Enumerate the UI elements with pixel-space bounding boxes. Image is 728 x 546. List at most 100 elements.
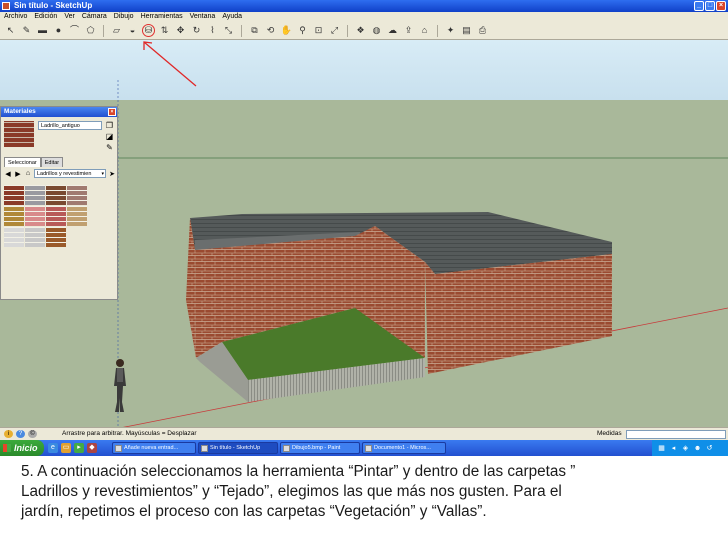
material-swatch[interactable] xyxy=(4,227,24,247)
folder-quicklaunch-icon[interactable]: ▭ xyxy=(61,443,71,453)
material-name-field[interactable]: Ladrillo_antiguo xyxy=(38,121,102,130)
menu-herramientas[interactable]: Herramientas xyxy=(141,12,183,22)
home-icon[interactable]: ⌂ xyxy=(24,170,32,177)
chevron-down-icon: ▾ xyxy=(101,171,104,177)
app-quicklaunch-icon[interactable]: ◆ xyxy=(87,443,97,453)
measures-label: Medidas xyxy=(597,430,622,437)
material-swatch[interactable] xyxy=(67,206,87,226)
security-icon[interactable]: ◈ xyxy=(681,444,690,453)
tab-seleccionar[interactable]: Seleccionar xyxy=(4,157,41,167)
toolbar: ↖ ✎ ▬ ● ⌒ ⬠ ▱ ◒ ⛁ ⇅ ✥ ↻ ⌇ ⤡ ⧉ ⟲ ✋ ⚲ ⊡ ⤢ ❖ ◍ ☁ ⇪ ⌂ ✦ ▤ ⎙ xyxy=(0,22,728,40)
material-swatch[interactable] xyxy=(25,185,45,205)
circle-icon[interactable]: ● xyxy=(52,24,65,37)
material-swatch[interactable] xyxy=(4,206,24,226)
word-icon xyxy=(365,445,372,452)
share-model-icon[interactable]: ⇪ xyxy=(402,24,415,37)
drawing-viewport[interactable]: Materiales × Ladrillo_antiguo ❐ ◪ ✎ Sele… xyxy=(0,40,728,427)
extension-icon[interactable]: ✦ xyxy=(444,24,457,37)
materials-panel-title: Materiales × xyxy=(1,107,117,117)
taskbar: Inicio e ▭ ▸ ◆ Añade nueva entrad... Sin… xyxy=(0,440,728,456)
select-arrow-icon[interactable]: ↖ xyxy=(4,24,17,37)
menu-archivo[interactable]: Archivo xyxy=(4,12,27,22)
messenger-icon[interactable]: ☻ xyxy=(693,444,702,453)
menu-ventana[interactable]: Ventana xyxy=(190,12,216,22)
toolbar-separator xyxy=(347,24,348,37)
network-icon[interactable]: ▦ xyxy=(657,444,666,453)
get-models-icon[interactable]: ☁ xyxy=(386,24,399,37)
pencil-icon[interactable]: ✎ xyxy=(20,24,33,37)
create-material-icon[interactable]: ❐ xyxy=(105,121,114,130)
offset-icon[interactable]: ⧉ xyxy=(248,24,261,37)
polygon-icon[interactable]: ⬠ xyxy=(84,24,97,37)
annotation-arrow-icon xyxy=(143,41,197,87)
credits-icon[interactable]: © xyxy=(28,430,37,438)
toolbar-separator xyxy=(103,24,104,37)
material-swatch[interactable] xyxy=(46,227,66,247)
tab-editar[interactable]: Editar xyxy=(40,157,64,167)
zoom-extents-icon[interactable]: ⤢ xyxy=(328,24,341,37)
material-library-select[interactable]: Ladrillos y revestimien ▾ xyxy=(34,169,106,178)
default-paint-icon[interactable]: ◪ xyxy=(105,132,114,141)
volume-icon[interactable]: ◂ xyxy=(669,444,678,453)
sketchup-app-icon xyxy=(2,2,10,10)
menu-ver[interactable]: Ver xyxy=(64,12,75,22)
close-button[interactable]: × xyxy=(716,1,726,11)
components-icon[interactable]: ❖ xyxy=(354,24,367,37)
menu-ayuda[interactable]: Ayuda xyxy=(222,12,242,22)
materials-close-button[interactable]: × xyxy=(108,108,116,116)
instruction-line: Ladrillos y revestimientos” y “Tejado”, … xyxy=(21,483,562,500)
details-arrow-icon[interactable]: ➤ xyxy=(108,170,116,178)
menu-edicion[interactable]: Edición xyxy=(34,12,57,22)
layout-icon[interactable]: ▤ xyxy=(460,24,473,37)
maximize-button[interactable]: □ xyxy=(705,1,715,11)
print-icon[interactable]: ⎙ xyxy=(476,24,489,37)
material-swatch[interactable] xyxy=(25,227,45,247)
instruction-line: jardín, repetimos el proceso con las car… xyxy=(21,503,487,520)
materials-panel[interactable]: Materiales × Ladrillo_antiguo ❐ ◪ ✎ Sele… xyxy=(0,106,118,300)
taskbar-item-sketchup[interactable]: Sin título - SketchUp xyxy=(198,442,278,454)
material-swatch[interactable] xyxy=(46,206,66,226)
orbit-icon[interactable]: ⟲ xyxy=(264,24,277,37)
forward-arrow-icon[interactable]: ▶ xyxy=(14,170,22,178)
tape-measure-icon[interactable]: ◒ xyxy=(126,24,139,37)
taskbar-item-blog[interactable]: Añade nueva entrad... xyxy=(112,442,196,454)
window-title: Sin título - SketchUp xyxy=(14,1,93,10)
follow-me-icon[interactable]: ⌇ xyxy=(206,24,219,37)
move-icon[interactable]: ✥ xyxy=(174,24,187,37)
media-quicklaunch-icon[interactable]: ▸ xyxy=(74,443,84,453)
menu-camara[interactable]: Cámara xyxy=(82,12,107,22)
update-icon[interactable]: ↺ xyxy=(705,444,714,453)
menu-bar: Archivo Edición Ver Cámara Dibujo Herram… xyxy=(0,12,728,22)
material-swatch[interactable] xyxy=(25,206,45,226)
status-bar: i ? © Arrastre para arbitrar. Mayúsculas… xyxy=(0,427,728,440)
geo-location-icon[interactable]: ? xyxy=(16,430,25,438)
zoom-window-icon[interactable]: ⊡ xyxy=(312,24,325,37)
material-swatch[interactable] xyxy=(67,185,87,205)
rectangle-icon[interactable]: ▬ xyxy=(36,24,49,37)
screen: Sin título - SketchUp _ □ × Archivo Edic… xyxy=(0,0,728,546)
measures-field[interactable] xyxy=(626,430,726,439)
scale-icon[interactable]: ⤡ xyxy=(222,24,235,37)
zoom-icon[interactable]: ⚲ xyxy=(296,24,309,37)
paint-bucket-icon[interactable]: ⛁ xyxy=(142,24,155,37)
system-tray: ▦ ◂ ◈ ☻ ↺ xyxy=(652,440,728,456)
back-arrow-icon[interactable]: ◀ xyxy=(4,170,12,178)
eraser-icon[interactable]: ▱ xyxy=(110,24,123,37)
pan-icon[interactable]: ✋ xyxy=(280,24,293,37)
arc-icon[interactable]: ⌒ xyxy=(68,24,81,37)
info-icon[interactable]: i xyxy=(4,430,13,438)
eyedropper-icon[interactable]: ✎ xyxy=(105,143,114,152)
taskbar-item-paint[interactable]: Dibujo5.bmp - Paint xyxy=(280,442,360,454)
material-swatch[interactable] xyxy=(46,185,66,205)
minimize-button[interactable]: _ xyxy=(694,1,704,11)
push-pull-icon[interactable]: ⇅ xyxy=(158,24,171,37)
material-swatch[interactable] xyxy=(4,185,24,205)
rotate-icon[interactable]: ↻ xyxy=(190,24,203,37)
ie-quicklaunch-icon[interactable]: e xyxy=(48,443,58,453)
taskbar-item-word[interactable]: Documento1 - Micros... xyxy=(362,442,446,454)
material-swatches xyxy=(4,185,87,247)
warehouse-icon[interactable]: ⌂ xyxy=(418,24,431,37)
menu-dibujo[interactable]: Dibujo xyxy=(114,12,134,22)
materials-icon[interactable]: ◍ xyxy=(370,24,383,37)
start-button[interactable]: Inicio xyxy=(0,440,44,456)
